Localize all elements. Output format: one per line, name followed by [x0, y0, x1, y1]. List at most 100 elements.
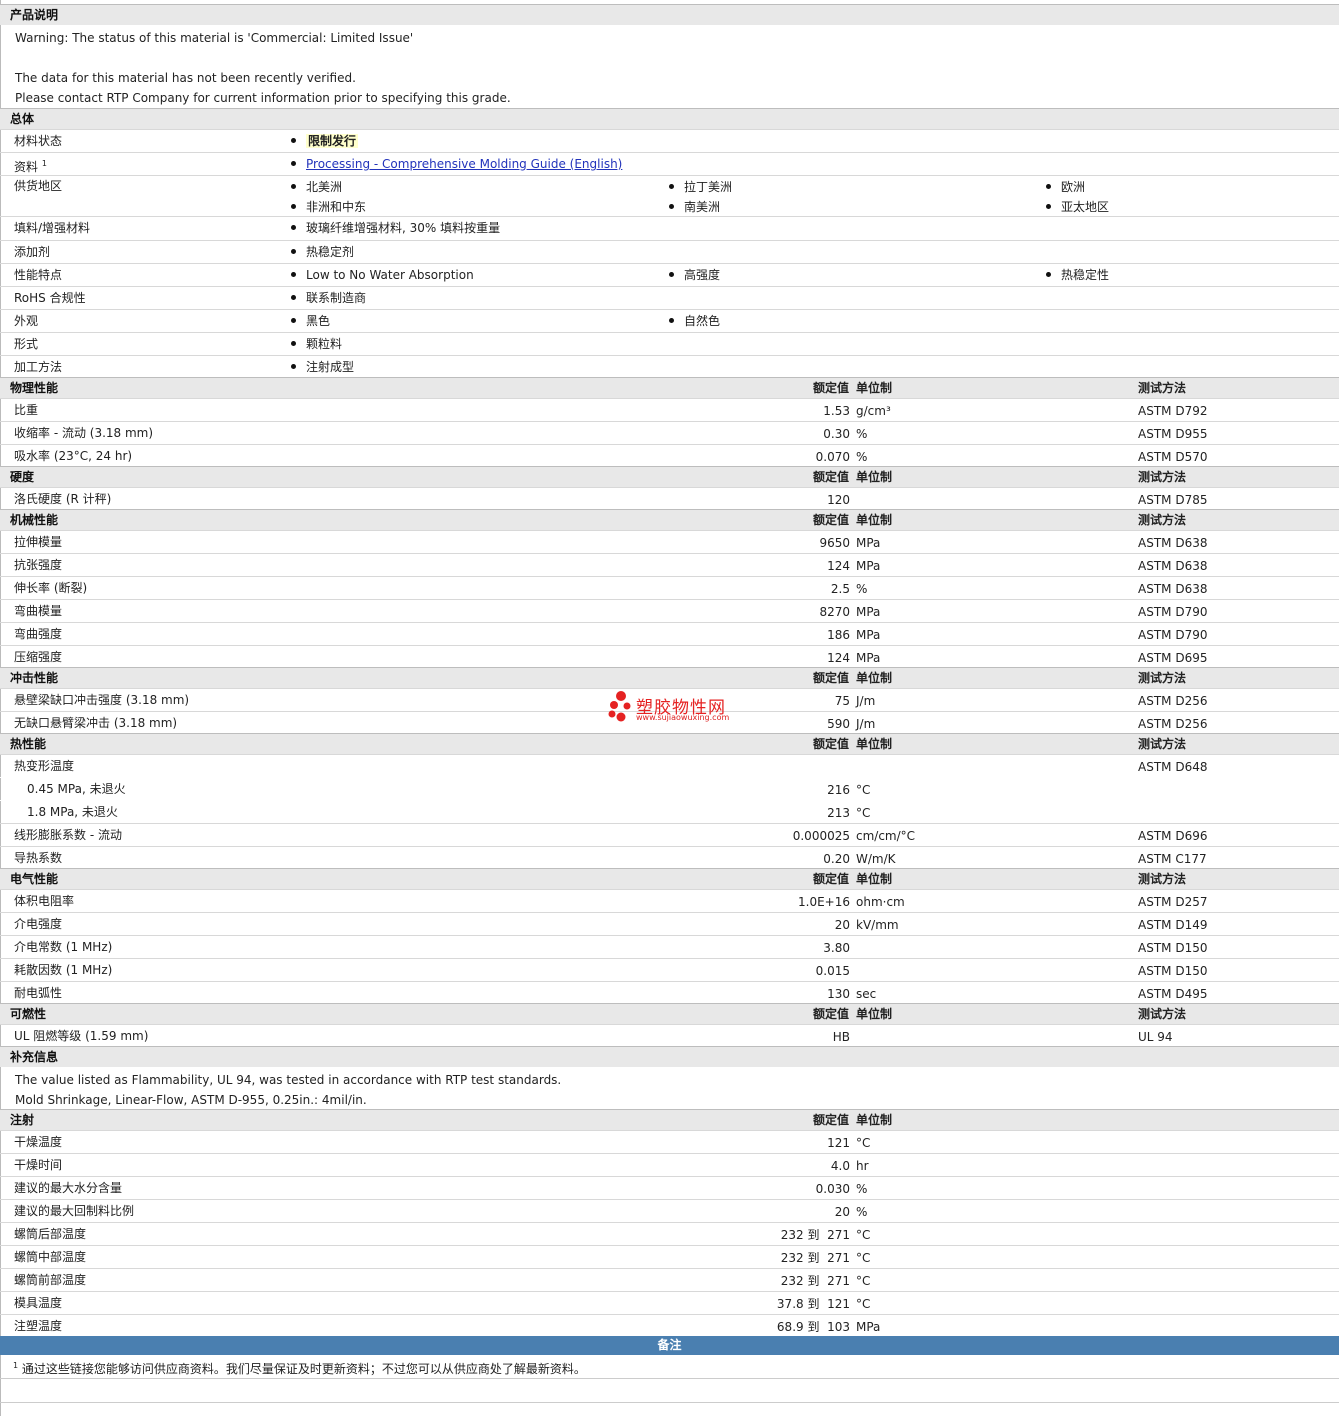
property-label: UL 阻燃等级 (1.59 mm): [14, 1029, 149, 1043]
bullet-icon: [291, 341, 296, 346]
section-title: 物理性能: [10, 381, 59, 395]
property-label: 模具温度: [14, 1296, 63, 1310]
property-value: 8270: [819, 605, 850, 619]
property-unit: °C: [856, 806, 871, 820]
property-unit: °C: [856, 1274, 871, 1288]
col-header-unit: 单位制: [856, 1113, 893, 1127]
property-value: 186: [827, 628, 850, 642]
feature-item: 高强度: [669, 264, 720, 286]
region-item: 拉丁美洲: [669, 177, 732, 197]
property-value: 124: [827, 559, 850, 573]
col-header-unit: 单位制: [856, 872, 893, 886]
property-label: 体积电阻率: [14, 894, 75, 908]
property-method: ASTM D638: [1138, 559, 1208, 573]
property-value: 121: [827, 1136, 850, 1150]
section-title: 可燃性: [10, 1007, 47, 1021]
general-row-additive: 添加剂 热稳定剂: [0, 240, 1339, 263]
row-label: 性能特点: [14, 268, 63, 282]
bullet-icon: [291, 204, 296, 209]
col-header-method: 测试方法: [1138, 1007, 1187, 1021]
logo-dots-icon: [608, 691, 631, 722]
col-header-method: 测试方法: [1138, 737, 1187, 751]
property-unit: J/m: [856, 694, 876, 708]
property-row: 干燥温度 121 °C: [0, 1130, 1339, 1153]
section-header-general: 总体: [0, 108, 1339, 129]
property-label: 悬壁梁缺口冲击强度 (3.18 mm): [14, 693, 190, 707]
section-header-supplemental: 补充信息: [0, 1046, 1339, 1067]
section-title: 电气性能: [10, 872, 59, 886]
property-method: ASTM D150: [1138, 941, 1208, 955]
property-row: 收缩率 - 流动 (3.18 mm) 0.30 % ASTM D955: [0, 421, 1339, 444]
bullet-icon: [291, 249, 296, 254]
col-header-value: 额定值: [812, 1007, 849, 1021]
property-unit: MPa: [856, 628, 881, 642]
property-label: 介电常数 (1 MHz): [14, 940, 113, 954]
watermark-url: www.sujiaowuxing.com: [636, 713, 730, 722]
col-header-value: 额定值: [812, 513, 849, 527]
region-item: 南美洲: [669, 197, 720, 217]
notes-header: 备注: [0, 1336, 1339, 1355]
section-header-thermal: 热性能 额定值 单位制 测试方法: [0, 733, 1339, 754]
property-label: 抗张强度: [14, 558, 63, 572]
section-header-electrical: 电气性能 额定值 单位制 测试方法: [0, 868, 1339, 889]
section-header-physical: 物理性能 额定值 单位制 测试方法: [0, 377, 1339, 398]
form-item: 颗粒料: [291, 333, 342, 355]
notes-divider: [0, 1378, 1339, 1402]
property-row: 模具温度 37.8 到 121 °C: [0, 1291, 1339, 1314]
watermark-logo: 塑胶物性网 www.sujiaowuxing.com: [606, 689, 736, 729]
bullet-icon: [291, 138, 296, 143]
bullet-icon: [669, 204, 674, 209]
bullet-icon: [291, 364, 296, 369]
row-label: 添加剂: [14, 245, 51, 259]
property-row: 耐电弧性 130 sec ASTM D495: [0, 981, 1339, 1003]
property-label: 注塑温度: [14, 1319, 63, 1333]
property-value: 0.000025: [792, 829, 850, 843]
section-title: 硬度: [10, 470, 35, 484]
region-item: 非洲和中东: [291, 197, 366, 217]
property-label: 伸长率 (断裂): [14, 581, 88, 595]
col-header-unit: 单位制: [856, 737, 893, 751]
col-header-value: 额定值: [812, 737, 849, 751]
region-item: 欧洲: [1046, 177, 1085, 197]
col-header-unit: 单位制: [856, 1007, 893, 1021]
property-unit: MPa: [856, 605, 881, 619]
property-label: 介电强度: [14, 917, 63, 931]
col-header-method: 测试方法: [1138, 513, 1187, 527]
supplemental-text: Mold Shrinkage, Linear-Flow, ASTM D-955,…: [15, 1093, 367, 1107]
property-method: ASTM D150: [1138, 964, 1208, 978]
property-label: 0.45 MPa, 未退火: [27, 782, 126, 796]
general-row-status: 材料状态 限制发行: [0, 129, 1339, 152]
molding-guide-link[interactable]: Processing - Comprehensive Molding Guide…: [306, 157, 622, 171]
general-row-resources: 资料 1 Processing - Comprehensive Molding …: [0, 152, 1339, 175]
property-value: 0.030: [815, 1182, 850, 1196]
property-row: 螺筒中部温度 232 到 271 °C: [0, 1245, 1339, 1268]
property-unit: g/cm³: [856, 404, 891, 418]
row-label: 形式: [14, 337, 39, 351]
property-unit: °C: [856, 1228, 871, 1242]
property-method: ASTM D638: [1138, 536, 1208, 550]
property-label: 耗散因数 (1 MHz): [14, 963, 113, 977]
processing-item: 注射成型: [291, 356, 354, 378]
property-row: 螺筒后部温度 232 到 271 °C: [0, 1222, 1339, 1245]
property-label: 螺筒前部温度: [14, 1273, 87, 1287]
section-title: 产品说明: [10, 8, 59, 22]
property-label: 洛氏硬度 (R 计秤): [14, 492, 112, 506]
property-value: 232 到 271: [780, 1228, 850, 1242]
col-header-method: 测试方法: [1138, 671, 1187, 685]
col-header-value: 额定值: [812, 381, 849, 395]
property-row: 比重 1.53 g/cm³ ASTM D792: [0, 398, 1339, 421]
property-label: 比重: [14, 403, 39, 417]
not-verified-text: The data for this material has not been …: [15, 71, 356, 85]
property-label: 螺筒中部温度: [14, 1250, 87, 1264]
property-row: 抗张强度 124 MPa ASTM D638: [0, 553, 1339, 576]
property-row: 0.45 MPa, 未退火 216 °C: [0, 777, 1339, 800]
property-unit: °C: [856, 1297, 871, 1311]
property-row: 导热系数 0.20 W/m/K ASTM C177: [0, 846, 1339, 868]
property-unit: cm/cm/°C: [856, 829, 916, 843]
property-method: ASTM D792: [1138, 404, 1208, 418]
bullet-icon: [291, 225, 296, 230]
row-label: 供货地区: [14, 179, 63, 193]
bullet-icon: [291, 184, 296, 189]
bullet-icon: [291, 161, 296, 166]
property-value: 232 到 271: [780, 1251, 850, 1265]
